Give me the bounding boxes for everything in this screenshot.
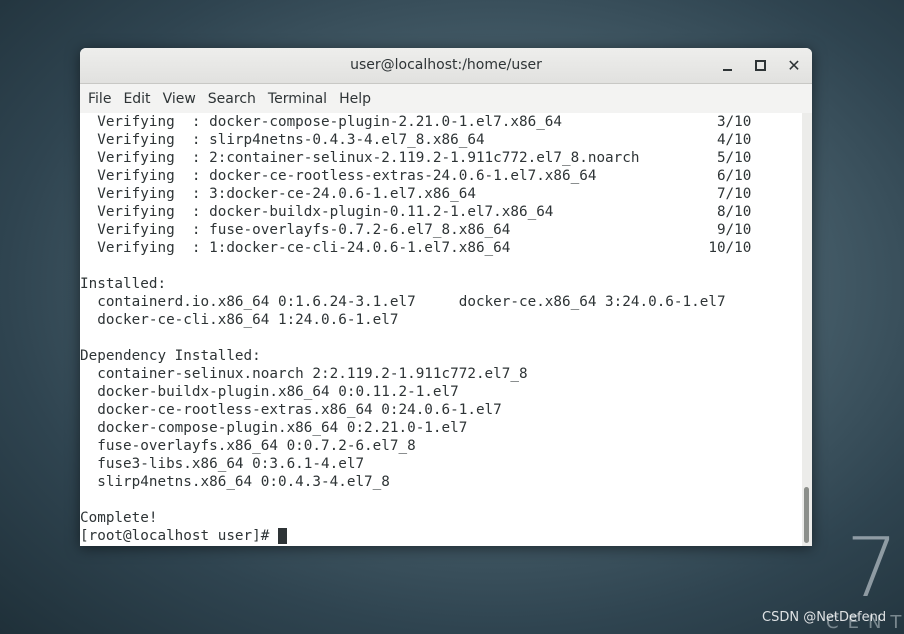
terminal-line: Verifying : 1:docker-ce-cli-24.0.6-1.el7… <box>80 240 752 256</box>
terminal-line: docker-ce-cli.x86_64 1:24.0.6-1.el7 <box>80 312 399 328</box>
terminal-line: Complete! <box>80 510 158 526</box>
maximize-button[interactable] <box>745 48 775 83</box>
terminal-line: Verifying : docker-buildx-plugin-0.11.2-… <box>80 204 752 220</box>
terminal-line: Verifying : fuse-overlayfs-0.7.2-6.el7_8… <box>80 222 752 238</box>
terminal-line: containerd.io.x86_64 0:1.6.24-3.1.el7 do… <box>80 294 726 310</box>
terminal-line: docker-ce-rootless-extras.x86_64 0:24.0.… <box>80 402 502 418</box>
menu-search[interactable]: Search <box>202 91 262 107</box>
terminal-line: Verifying : 2:container-selinux-2.119.2-… <box>80 150 752 166</box>
centos-version-logo: 7 <box>846 521 899 616</box>
terminal-line: Verifying : docker-ce-rootless-extras-24… <box>80 168 752 184</box>
menu-bar: File Edit View Search Terminal Help <box>80 84 812 114</box>
terminal-line: fuse-overlayfs.x86_64 0:0.7.2-6.el7_8 <box>80 438 416 454</box>
terminal-line: Installed: <box>80 276 167 292</box>
terminal-window: user@localhost:/home/user ✕ File Edit Vi… <box>80 48 812 546</box>
scrollbar-thumb[interactable] <box>804 487 809 543</box>
menu-edit[interactable]: Edit <box>117 91 156 107</box>
menu-terminal[interactable]: Terminal <box>262 91 333 107</box>
terminal-line: slirp4netns.x86_64 0:0.4.3-4.el7_8 <box>80 474 390 490</box>
menu-view[interactable]: View <box>157 91 202 107</box>
menu-file[interactable]: File <box>82 91 117 107</box>
terminal-prompt-line[interactable]: [root@localhost user]# <box>80 527 802 545</box>
terminal-line: container-selinux.noarch 2:2.119.2-1.911… <box>80 366 528 382</box>
window-title: user@localhost:/home/user <box>350 57 542 73</box>
minimize-button[interactable] <box>712 48 742 83</box>
terminal-prompt: [root@localhost user]# <box>80 528 278 544</box>
terminal-lines: Verifying : docker-compose-plugin-2.21.0… <box>80 113 802 527</box>
terminal-line: docker-buildx-plugin.x86_64 0:0.11.2-1.e… <box>80 384 459 400</box>
terminal-output[interactable]: Verifying : docker-compose-plugin-2.21.0… <box>80 113 802 546</box>
terminal-line: Dependency Installed: <box>80 348 261 364</box>
terminal-scrollbar[interactable] <box>802 113 812 546</box>
menu-help[interactable]: Help <box>333 91 377 107</box>
terminal-line: Verifying : 3:docker-ce-24.0.6-1.el7.x86… <box>80 186 752 202</box>
terminal-line: Verifying : docker-compose-plugin-2.21.0… <box>80 114 752 130</box>
terminal-line: Verifying : slirp4netns-0.4.3-4.el7_8.x8… <box>80 132 752 148</box>
close-button[interactable]: ✕ <box>779 48 809 83</box>
window-titlebar[interactable]: user@localhost:/home/user ✕ <box>80 48 812 84</box>
watermark-text: CSDN @NetDefend <box>762 610 887 625</box>
maximize-icon <box>754 60 766 71</box>
minimize-icon <box>722 68 732 71</box>
close-icon: ✕ <box>787 56 801 75</box>
text-cursor <box>277 528 287 544</box>
terminal-line: docker-compose-plugin.x86_64 0:2.21.0-1.… <box>80 420 468 436</box>
terminal-line: fuse3-libs.x86_64 0:3.6.1-4.el7 <box>80 456 365 472</box>
